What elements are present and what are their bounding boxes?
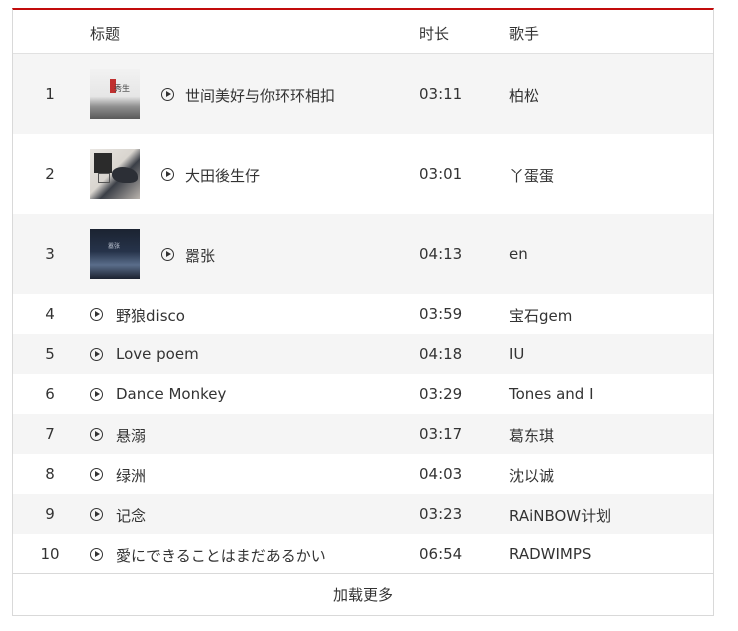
cover-frame <box>98 173 110 183</box>
song-duration: 04:03 <box>419 465 463 483</box>
table-row[interactable]: 4 野狼disco 03:59 宝石gem <box>13 294 713 334</box>
header-singer: 歌手 <box>509 25 540 43</box>
row-index: 8 <box>45 465 55 483</box>
song-title[interactable]: 悬溺 <box>116 425 146 446</box>
song-duration: 06:54 <box>419 545 463 563</box>
song-title[interactable]: Dance Monkey <box>116 385 226 403</box>
row-index: 9 <box>45 505 55 523</box>
play-icon[interactable] <box>90 428 103 441</box>
song-singer[interactable]: 丫蛋蛋 <box>509 165 554 186</box>
song-duration: 04:13 <box>419 245 463 263</box>
song-title[interactable]: 绿洲 <box>116 465 146 486</box>
cover-figure <box>112 167 138 183</box>
song-singer[interactable]: 葛东琪 <box>509 425 554 446</box>
header-duration: 时长 <box>419 25 450 43</box>
song-singer[interactable]: 宝石gem <box>509 305 572 326</box>
song-duration: 03:59 <box>419 305 463 323</box>
play-icon[interactable] <box>90 308 103 321</box>
song-duration: 03:29 <box>419 385 463 403</box>
song-singer[interactable]: 沈以诚 <box>509 465 554 486</box>
cover-block <box>94 153 112 173</box>
row-index: 2 <box>45 165 55 183</box>
play-icon[interactable] <box>161 88 174 101</box>
song-title[interactable]: 野狼disco <box>116 305 185 326</box>
table-row[interactable]: 9 记念 03:23 RAiNBOW计划 <box>13 494 713 534</box>
song-duration: 03:17 <box>419 425 463 443</box>
song-duration: 03:23 <box>419 505 463 523</box>
song-singer[interactable]: en <box>509 245 528 263</box>
play-icon[interactable] <box>90 508 103 521</box>
cover-text: 秀生 <box>114 84 130 93</box>
table-row[interactable]: 8 绿洲 04:03 沈以诚 <box>13 454 713 494</box>
song-title[interactable]: 嚣张 <box>185 245 215 266</box>
song-singer[interactable]: 柏松 <box>509 85 539 106</box>
song-duration: 04:18 <box>419 345 463 363</box>
song-list-panel: 标题 时长 歌手 1 秀生 世间美好与你环环相扣 03:11 柏松 2 大田後生… <box>12 8 714 616</box>
play-icon[interactable] <box>90 468 103 481</box>
song-singer[interactable]: IU <box>509 345 524 363</box>
play-icon[interactable] <box>90 548 103 561</box>
song-duration: 03:01 <box>419 165 463 183</box>
table-row[interactable]: 3 嚣张 嚣张 04:13 en <box>13 214 713 294</box>
song-duration: 03:11 <box>419 85 463 103</box>
row-index: 10 <box>40 545 60 563</box>
table-header: 标题 时长 歌手 <box>13 10 713 54</box>
song-title[interactable]: 愛にできることはまだあるかい <box>116 545 326 566</box>
album-cover[interactable]: 嚣张 <box>90 229 140 279</box>
load-more-button[interactable]: 加载更多 <box>13 573 713 615</box>
song-title[interactable]: 世间美好与你环环相扣 <box>185 85 335 106</box>
row-index: 4 <box>45 305 55 323</box>
row-index: 6 <box>45 385 55 403</box>
table-row[interactable]: 5 Love poem 04:18 IU <box>13 334 713 374</box>
row-index: 1 <box>45 85 55 103</box>
album-cover[interactable] <box>90 149 140 199</box>
album-cover[interactable]: 秀生 <box>90 69 140 119</box>
table-row[interactable]: 7 悬溺 03:17 葛东琪 <box>13 414 713 454</box>
play-icon[interactable] <box>161 248 174 261</box>
song-singer[interactable]: RAiNBOW计划 <box>509 505 611 526</box>
header-title: 标题 <box>90 25 121 43</box>
cover-text: 嚣张 <box>108 243 121 250</box>
table-row[interactable]: 10 愛にできることはまだあるかい 06:54 RADWIMPS <box>13 534 713 574</box>
song-title[interactable]: 记念 <box>116 505 146 526</box>
row-index: 5 <box>45 345 55 363</box>
song-singer[interactable]: Tones and I <box>509 385 594 403</box>
play-icon[interactable] <box>161 168 174 181</box>
table-row[interactable]: 6 Dance Monkey 03:29 Tones and I <box>13 374 713 414</box>
song-title[interactable]: Love poem <box>116 345 199 363</box>
table-row[interactable]: 1 秀生 世间美好与你环环相扣 03:11 柏松 <box>13 54 713 134</box>
row-index: 7 <box>45 425 55 443</box>
song-title[interactable]: 大田後生仔 <box>185 165 260 186</box>
song-singer[interactable]: RADWIMPS <box>509 545 591 563</box>
play-icon[interactable] <box>90 348 103 361</box>
row-index: 3 <box>45 245 55 263</box>
table-row[interactable]: 2 大田後生仔 03:01 丫蛋蛋 <box>13 134 713 214</box>
play-icon[interactable] <box>90 388 103 401</box>
